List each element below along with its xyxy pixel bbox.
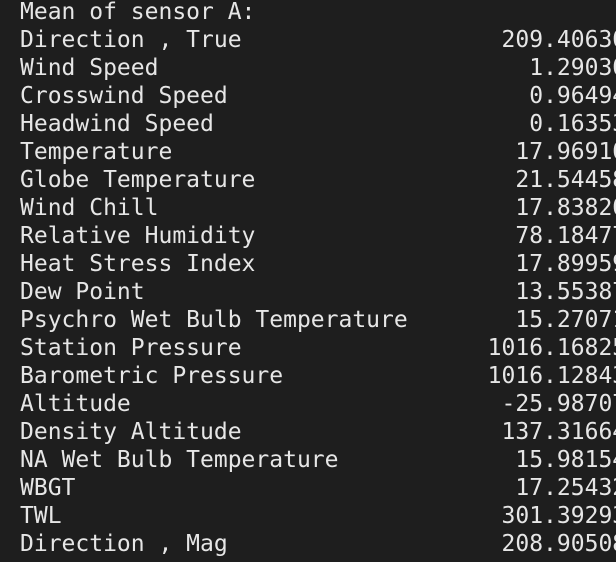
row-value: 301.392932 xyxy=(501,503,616,529)
row-label: Temperature xyxy=(20,139,173,165)
row-label: Direction , Mag xyxy=(20,531,228,557)
row-label: Headwind Speed xyxy=(20,111,214,137)
table-row: Station Pressure 1016.168255 xyxy=(20,334,616,362)
table-row: Heat Stress Index 17.899596 xyxy=(20,250,616,278)
table-row: Direction , True 209.406300 xyxy=(20,26,616,54)
row-value: 17.899596 xyxy=(515,251,616,277)
row-value: 15.981543 xyxy=(515,447,616,473)
table-row: Dew Point 13.553877 xyxy=(20,278,616,306)
row-label: Dew Point xyxy=(20,279,145,305)
row-value: -25.987076 xyxy=(501,391,616,417)
row-label: Globe Temperature xyxy=(20,167,256,193)
stats-table: Direction , True 209.406300 Wind Speed 1.29… xyxy=(20,26,616,558)
row-label: Wind Chill xyxy=(20,195,159,221)
table-row: NA Wet Bulb Temperature 15.981543 xyxy=(20,446,616,474)
row-value: 0.163530 xyxy=(529,111,616,137)
row-value: 21.544588 xyxy=(515,167,616,193)
table-row: Relative Humidity 78.184774 xyxy=(20,222,616,250)
row-value: 15.270719 xyxy=(515,307,616,333)
row-value: 0.964943 xyxy=(529,83,616,109)
row-label: Crosswind Speed xyxy=(20,83,228,109)
row-label: Heat Stress Index xyxy=(20,251,256,277)
output-header: Mean of sensor A: xyxy=(20,0,256,25)
row-label: Wind Speed xyxy=(20,55,159,81)
row-label: Relative Humidity xyxy=(20,223,256,249)
row-label: Barometric Pressure xyxy=(20,363,284,389)
table-row: Crosswind Speed 0.964943 xyxy=(20,82,616,110)
table-row: Headwind Speed 0.163530 xyxy=(20,110,616,138)
row-value: 17.254321 xyxy=(515,475,616,501)
row-label: TWL xyxy=(20,503,62,529)
table-row: Wind Speed 1.290307 xyxy=(20,54,616,82)
row-label: WBGT xyxy=(20,475,76,501)
table-row: Wind Chill 17.838207 xyxy=(20,194,616,222)
row-label: Altitude xyxy=(20,391,131,417)
row-label: NA Wet Bulb Temperature xyxy=(20,447,339,473)
row-value: 1016.168255 xyxy=(487,335,616,361)
row-label: Station Pressure xyxy=(20,335,242,361)
table-row: Barometric Pressure 1016.128433 xyxy=(20,362,616,390)
row-value: 1016.128433 xyxy=(487,363,616,389)
row-value: 78.184774 xyxy=(515,223,616,249)
row-label: Density Altitude xyxy=(20,419,242,445)
table-row: Temperature 17.969103 xyxy=(20,138,616,166)
table-row: TWL 301.392932 xyxy=(20,502,616,530)
terminal-output[interactable]: Mean of sensor A: Direction , True 209.40… xyxy=(0,0,616,562)
row-value: 209.406300 xyxy=(501,27,616,53)
table-row: Psychro Wet Bulb Temperature 15.270719 xyxy=(20,306,616,334)
row-value: 17.969103 xyxy=(515,139,616,165)
row-value: 208.905089 xyxy=(501,531,616,557)
table-row: Direction , Mag 208.905089 xyxy=(20,530,616,558)
table-row: Density Altitude 137.316640 xyxy=(20,418,616,446)
row-value: 13.553877 xyxy=(515,279,616,305)
table-row: WBGT 17.254321 xyxy=(20,474,616,502)
table-row: Globe Temperature 21.544588 xyxy=(20,166,616,194)
row-value: 1.290307 xyxy=(529,55,616,81)
row-label: Psychro Wet Bulb Temperature xyxy=(20,307,408,333)
row-value: 17.838207 xyxy=(515,195,616,221)
table-row: Altitude -25.987076 xyxy=(20,390,616,418)
row-value: 137.316640 xyxy=(501,419,616,445)
row-label: Direction , True xyxy=(20,27,242,53)
output-lines: Mean of sensor A: Direction , True 209.40… xyxy=(20,0,616,558)
